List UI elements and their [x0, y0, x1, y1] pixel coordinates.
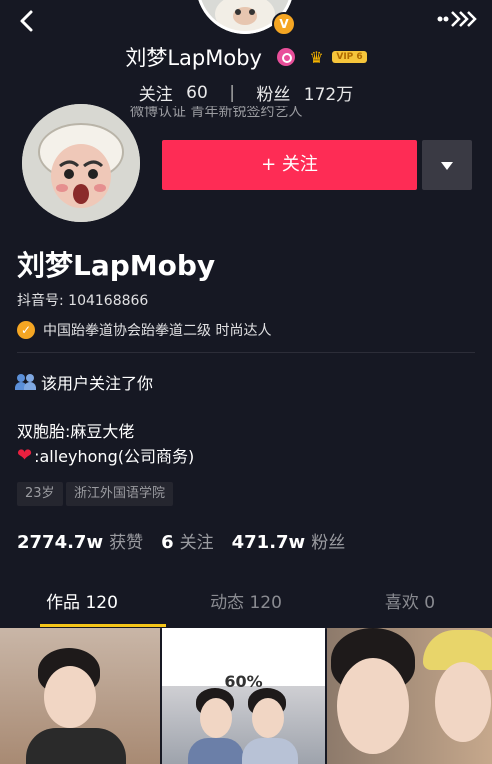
header-following-value: 60: [186, 82, 208, 103]
mutual-follow-row: 该用户关注了你: [15, 370, 154, 394]
fans-count[interactable]: 471.7w: [232, 532, 306, 553]
content-tabs: 作品 120 动态 120 喜欢 0: [0, 580, 492, 629]
follow-button[interactable]: + 关注: [162, 140, 417, 190]
header-username: 刘梦LapMoby ♛ VIP 6: [0, 42, 492, 72]
tag-age: 23岁: [17, 482, 63, 506]
likes-label: 获赞: [109, 533, 144, 553]
profile-avatar[interactable]: [22, 104, 140, 222]
header-stats: 关注 60 | 粉丝 172万: [0, 80, 492, 106]
verified-v-icon: V: [272, 12, 296, 36]
likes-count: 2774.7w: [17, 532, 104, 553]
thumbnail-overlay-text: 60%: [224, 672, 263, 691]
chevron-left-icon[interactable]: [12, 6, 42, 36]
fans-label[interactable]: 粉丝: [311, 528, 345, 553]
more-arrows-icon[interactable]: [436, 6, 480, 32]
header-name-text: 刘梦LapMoby: [125, 46, 262, 70]
vip-badge: VIP 6: [332, 51, 367, 63]
profile-stats: 2774.7w 获赞 6 关注 471.7w 粉丝: [17, 528, 363, 553]
header-clipped-text: 微博认证 青年新锐签约艺人: [130, 106, 303, 118]
mutual-follow-text: 该用户关注了你: [41, 374, 154, 393]
search-badge-icon: [276, 48, 295, 66]
video-thumbnail[interactable]: [0, 628, 160, 764]
bio-line-2-text: :alleyhong(公司商务): [34, 447, 195, 466]
tab-works[interactable]: 作品 120: [0, 580, 164, 626]
following-count[interactable]: 6: [161, 532, 174, 553]
tag-school: 浙江外国语学院: [66, 482, 174, 506]
caret-down-icon: [441, 161, 453, 170]
users-icon: [15, 374, 37, 390]
divider: [17, 352, 475, 353]
tab-dynamic[interactable]: 动态 120: [164, 580, 328, 626]
header-stats-separator: |: [229, 82, 235, 103]
header-following-label: 关注: [138, 85, 173, 105]
crown-icon: ♛: [309, 47, 324, 67]
douyin-id: 抖音号: 104168866: [17, 293, 149, 309]
video-thumbnail[interactable]: [327, 628, 492, 764]
verification-text: 中国跆拳道协会跆拳道二级 时尚达人: [43, 323, 272, 339]
following-label[interactable]: 关注: [180, 528, 214, 553]
bio-line-2: ❤ :alleyhong(公司商务): [17, 443, 194, 467]
header-fans-value: 172万: [303, 85, 354, 105]
verification-row: ✓ 中国跆拳道协会跆拳道二级 时尚达人: [17, 320, 271, 340]
more-options-button[interactable]: [422, 140, 472, 190]
profile-name: 刘梦LapMoby: [17, 249, 216, 282]
heart-icon: ❤: [17, 444, 33, 466]
video-thumbnail[interactable]: 60%: [162, 628, 325, 764]
header-fans-label: 粉丝: [256, 85, 291, 105]
verified-check-icon: ✓: [17, 321, 35, 339]
tab-likes[interactable]: 喜欢 0: [328, 580, 492, 626]
bio-line-1: 双胞胎:麻豆大佬: [17, 422, 135, 441]
tab-active-indicator: [40, 624, 166, 627]
